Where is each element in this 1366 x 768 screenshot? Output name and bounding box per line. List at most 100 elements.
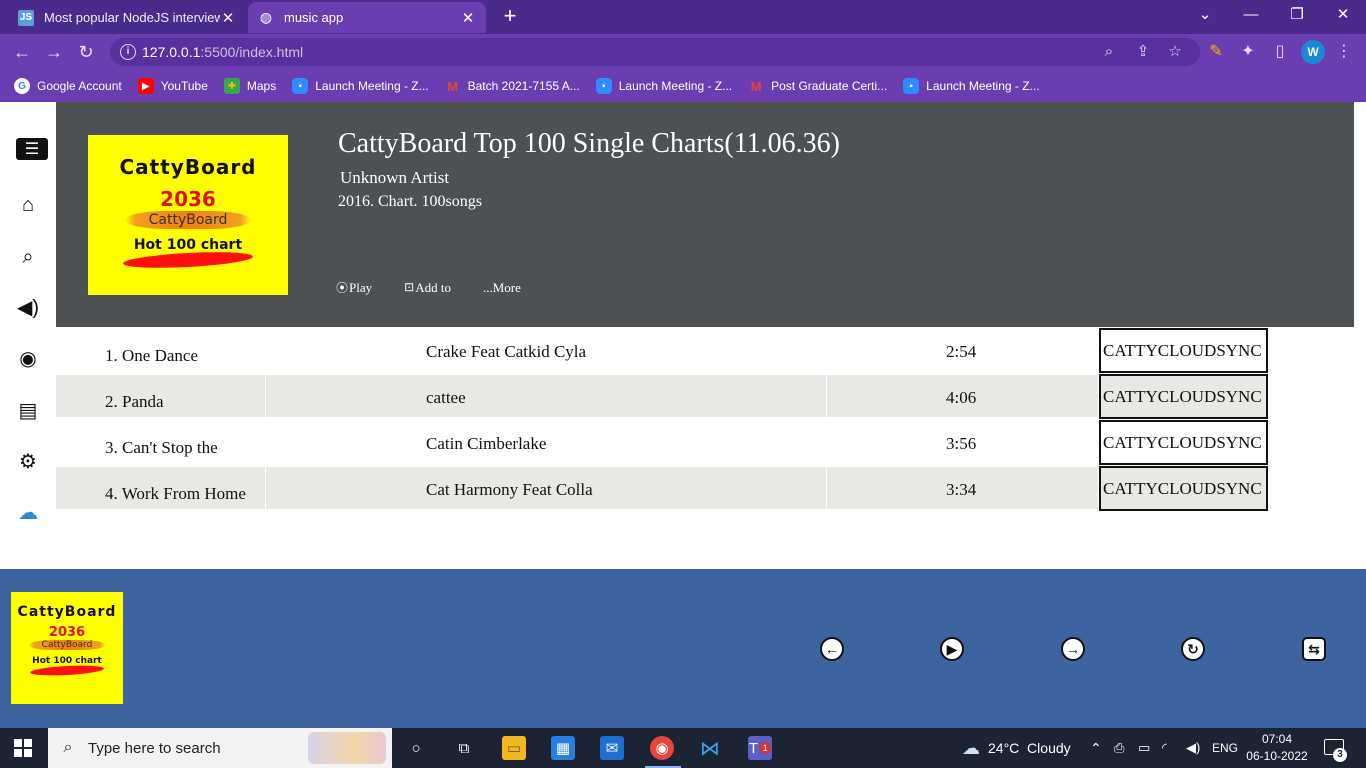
track-duration: 3:56 bbox=[946, 434, 977, 453]
menu-list-icon[interactable]: ☰ bbox=[16, 138, 48, 160]
close-tab-icon[interactable]: ✕ bbox=[220, 9, 236, 27]
track-name: 3. Can't Stop the bbox=[105, 438, 218, 457]
add-to-button[interactable]: ⊡ Add to bbox=[404, 279, 451, 296]
volume-icon[interactable]: ◀) bbox=[1186, 728, 1200, 768]
windows-start-icon[interactable] bbox=[14, 739, 32, 757]
search-highlight-art bbox=[308, 732, 386, 764]
speaker-icon[interactable]: ◀) bbox=[14, 295, 42, 319]
battery-icon[interactable]: ▭ bbox=[1138, 728, 1150, 768]
pen-extension-icon[interactable]: ✎ bbox=[1206, 42, 1226, 62]
player-bar: CattyBoard 2036 CattyBoard Hot 100 chart… bbox=[0, 569, 1366, 728]
track-source-button[interactable]: CATTYCLOUDSYNC bbox=[1099, 374, 1268, 419]
minimize-button[interactable]: — bbox=[1228, 0, 1274, 30]
profile-avatar[interactable]: W bbox=[1301, 40, 1325, 64]
next-icon[interactable]: → bbox=[1061, 637, 1085, 661]
close-tab-icon[interactable]: ✕ bbox=[460, 9, 476, 27]
mail-icon[interactable]: ✉ bbox=[600, 736, 624, 760]
close-window-button[interactable]: ✕ bbox=[1320, 0, 1366, 30]
cover-tagline: Hot 100 chart bbox=[133, 237, 243, 253]
track-artist: cattee bbox=[426, 388, 466, 407]
vscode-icon[interactable]: ⋈ bbox=[698, 736, 722, 760]
side-panel-icon[interactable]: ▯ bbox=[1270, 42, 1290, 62]
taskbar-clock[interactable]: 07:04 06-10-2022 bbox=[1246, 731, 1308, 765]
track-row[interactable]: 2. Panda cattee 4:06 CATTYCLOUDSYNC bbox=[56, 373, 1354, 419]
windows-taskbar: ⌕ Type here to search ○ ⧉ ▭ ▦ ✉ ◉ ⋈ T1 ☁… bbox=[0, 728, 1366, 768]
settings-icon[interactable]: ⚙ bbox=[14, 449, 42, 473]
user-circle-icon[interactable]: ◉ bbox=[14, 346, 42, 370]
back-icon[interactable]: ← bbox=[10, 40, 34, 64]
track-row[interactable]: 1. One Dance Crake Feat Catkid Cyla 2:54… bbox=[56, 327, 1354, 373]
add-square-icon: ⊡ bbox=[404, 280, 415, 294]
address-bar[interactable]: i 127.0.0.1:5500/index.html ⌕ ⇪ ☆ bbox=[110, 38, 1200, 66]
track-source-button[interactable]: CATTYCLOUDSYNC bbox=[1099, 466, 1268, 511]
wifi-icon[interactable]: ◜ bbox=[1162, 728, 1167, 768]
home-icon[interactable]: ⌂ bbox=[14, 193, 42, 217]
new-tab-button[interactable]: + bbox=[498, 4, 522, 28]
meet-now-icon[interactable]: ⎙ bbox=[1114, 728, 1124, 768]
play-icon[interactable]: ▶ bbox=[940, 637, 964, 661]
bookmark[interactable]: ▪ Launch Meeting - Z... bbox=[903, 78, 1040, 94]
track-row[interactable]: 4. Work From Home Cat Harmony Feat Colla… bbox=[56, 465, 1354, 511]
globe-icon: ◍ bbox=[259, 9, 273, 25]
taskbar-search[interactable]: ⌕ Type here to search bbox=[48, 728, 392, 768]
track-artist: Crake Feat Catkid Cyla bbox=[426, 342, 587, 361]
bookmark-star-icon[interactable]: ☆ bbox=[1166, 43, 1184, 61]
more-button[interactable]: ...More bbox=[483, 279, 521, 296]
refresh-icon[interactable]: ↻ bbox=[1181, 637, 1205, 661]
forward-icon[interactable]: → bbox=[42, 40, 66, 64]
track-row[interactable]: 3. Can't Stop the Catin Cimberlake 3:56 … bbox=[56, 419, 1354, 465]
zoom-lens-icon[interactable]: ⌕ bbox=[1100, 43, 1118, 61]
tab-title: music app bbox=[284, 10, 344, 25]
cover-year: 2036 bbox=[160, 187, 216, 211]
track-source-button[interactable]: CATTYCLOUDSYNC bbox=[1099, 328, 1268, 373]
repeat-icon[interactable]: ⇆ bbox=[1302, 637, 1326, 661]
bookmark[interactable]: M Post Graduate Certi... bbox=[748, 78, 887, 94]
track-artist: Catin Cimberlake bbox=[426, 434, 547, 453]
browser-tab-bar: JS Most popular NodeJS interview q ✕ ◍ m… bbox=[0, 0, 1366, 34]
language-indicator[interactable]: ENG bbox=[1212, 728, 1238, 768]
cloud-icon[interactable]: ☁ bbox=[14, 500, 42, 524]
track-source-button[interactable]: CATTYCLOUDSYNC bbox=[1099, 420, 1268, 465]
bookmarks-bar: G Google Account ▶ YouTube ✚ Maps ▪ Launch M… bbox=[0, 70, 1366, 102]
notification-count: 3 bbox=[1333, 748, 1347, 762]
track-name: 4. Work From Home bbox=[105, 484, 246, 503]
bookmark[interactable]: ▪ Launch Meeting - Z... bbox=[292, 78, 429, 94]
row-divider bbox=[826, 467, 827, 509]
row-divider bbox=[826, 375, 827, 417]
browser-tab-active[interactable]: ◍ music app ✕ bbox=[248, 2, 486, 33]
extensions-icon[interactable]: ✦ bbox=[1238, 42, 1258, 62]
zoom-icon: ▪ bbox=[595, 78, 612, 94]
gmail-icon: M bbox=[750, 78, 762, 94]
teams-badge: 1 bbox=[759, 742, 772, 754]
bookmark[interactable]: ▶ YouTube bbox=[137, 78, 208, 94]
menu-icon[interactable]: ⋮ bbox=[1334, 42, 1354, 62]
bookmark[interactable]: ✚ Maps bbox=[223, 78, 276, 94]
store-icon[interactable]: ▦ bbox=[551, 736, 575, 760]
search-icon[interactable]: ⌕ bbox=[14, 245, 42, 269]
chrome-icon[interactable]: ◉ bbox=[650, 736, 674, 760]
clock-date: 06-10-2022 bbox=[1246, 749, 1308, 763]
restore-button[interactable]: ❐ bbox=[1274, 0, 1320, 30]
play-circle-icon: ⦿ bbox=[336, 281, 349, 295]
share-icon[interactable]: ⇪ bbox=[1134, 43, 1152, 61]
tab-search-icon[interactable]: ⌄ bbox=[1182, 0, 1228, 30]
file-explorer-icon[interactable]: ▭ bbox=[502, 736, 526, 760]
weather-widget[interactable]: ☁ 24°C Cloudy bbox=[962, 728, 1071, 768]
google-icon: G bbox=[14, 78, 30, 94]
track-duration: 3:34 bbox=[946, 480, 977, 499]
reload-icon[interactable]: ↻ bbox=[74, 40, 98, 64]
tray-chevron-icon[interactable]: ⌃ bbox=[1090, 728, 1102, 768]
browser-tab[interactable]: JS Most popular NodeJS interview q ✕ bbox=[8, 2, 246, 33]
row-divider bbox=[265, 467, 266, 509]
teams-icon[interactable]: T1 bbox=[748, 736, 772, 760]
play-button[interactable]: ⦿ Play bbox=[336, 279, 372, 296]
bookmark[interactable]: G Google Account bbox=[14, 78, 122, 94]
bookmark[interactable]: M Batch 2021-7155 A... bbox=[445, 78, 580, 94]
cover-year: 2036 bbox=[48, 625, 86, 640]
bookmark[interactable]: ▪ Launch Meeting - Z... bbox=[595, 78, 732, 94]
message-icon[interactable]: ▤ bbox=[14, 398, 42, 422]
previous-icon[interactable]: ← bbox=[820, 637, 844, 661]
task-view-icon[interactable]: ⧉ bbox=[452, 736, 476, 760]
cortana-icon[interactable]: ○ bbox=[404, 736, 428, 760]
site-info-icon[interactable]: i bbox=[120, 44, 136, 60]
